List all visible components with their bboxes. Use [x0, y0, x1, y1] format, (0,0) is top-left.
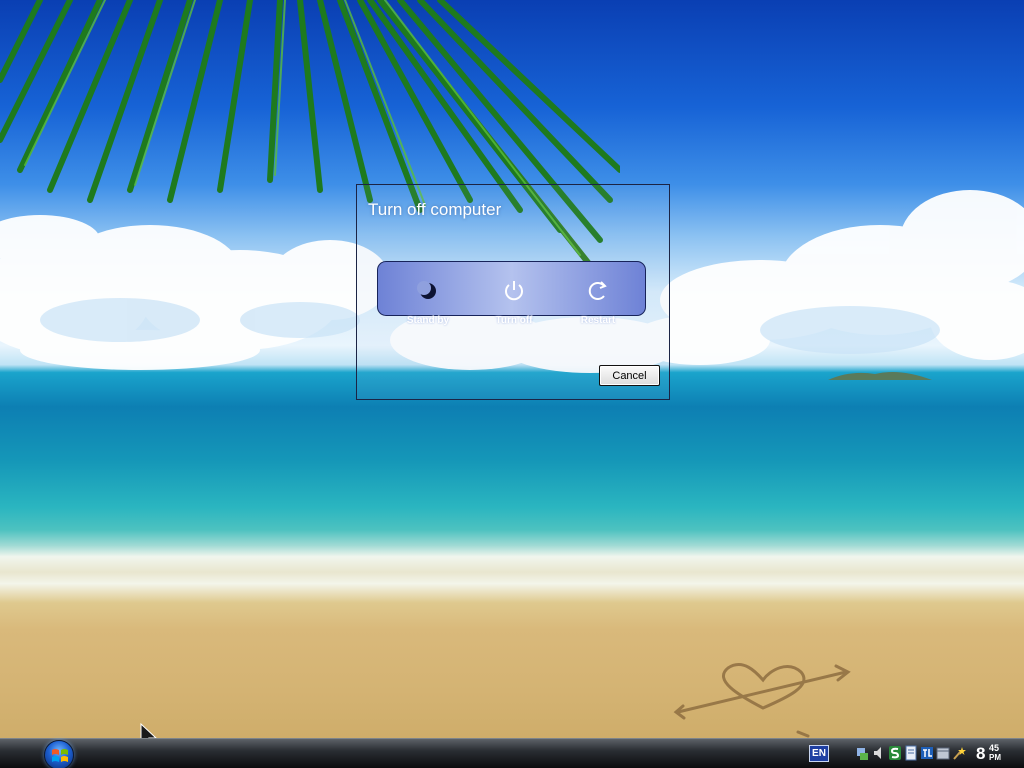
windows-logo-icon: [52, 749, 68, 762]
turn-off-dialog: Turn off computer Stand by Turn off Rest…: [356, 184, 670, 400]
desktop: Turn off computer Stand by Turn off Rest…: [0, 0, 1024, 768]
stand-by-button[interactable]: Stand by: [388, 262, 468, 332]
calendar-icon[interactable]: [936, 744, 950, 762]
restart-arrow-icon: [585, 278, 611, 304]
power-icon: [501, 278, 527, 304]
cancel-button[interactable]: Cancel: [599, 365, 660, 386]
network-icon[interactable]: [856, 744, 870, 762]
taskbar-clock[interactable]: 8 45 PM: [976, 742, 1016, 766]
moon-icon: [415, 278, 441, 304]
power-options-panel: Stand by Turn off Restart: [377, 261, 646, 326]
s-app-icon[interactable]: [888, 744, 902, 762]
island: [828, 372, 932, 380]
start-button[interactable]: [44, 740, 74, 768]
restart-label: Restart: [580, 315, 616, 326]
system-tray: [856, 744, 966, 764]
restart-button[interactable]: Restart: [558, 262, 638, 332]
document-icon[interactable]: [904, 744, 918, 762]
stand-by-label: Stand by: [406, 315, 450, 326]
clock-ampm: PM: [989, 753, 1001, 762]
sound-icon[interactable]: [872, 744, 886, 762]
clock-hour: 8: [976, 744, 986, 763]
language-indicator[interactable]: EN: [809, 745, 829, 762]
clock-minutes: 45: [989, 743, 1000, 753]
turn-off-button[interactable]: Turn off: [474, 262, 554, 332]
taskbar: EN 8 45 PM: [0, 738, 1024, 768]
tl-app-icon[interactable]: [920, 744, 934, 762]
dialog-title: Turn off computer: [368, 200, 502, 219]
wand-icon[interactable]: [952, 744, 966, 762]
turn-off-label: Turn off: [495, 315, 533, 326]
sand-heart-drawing: [673, 663, 851, 738]
